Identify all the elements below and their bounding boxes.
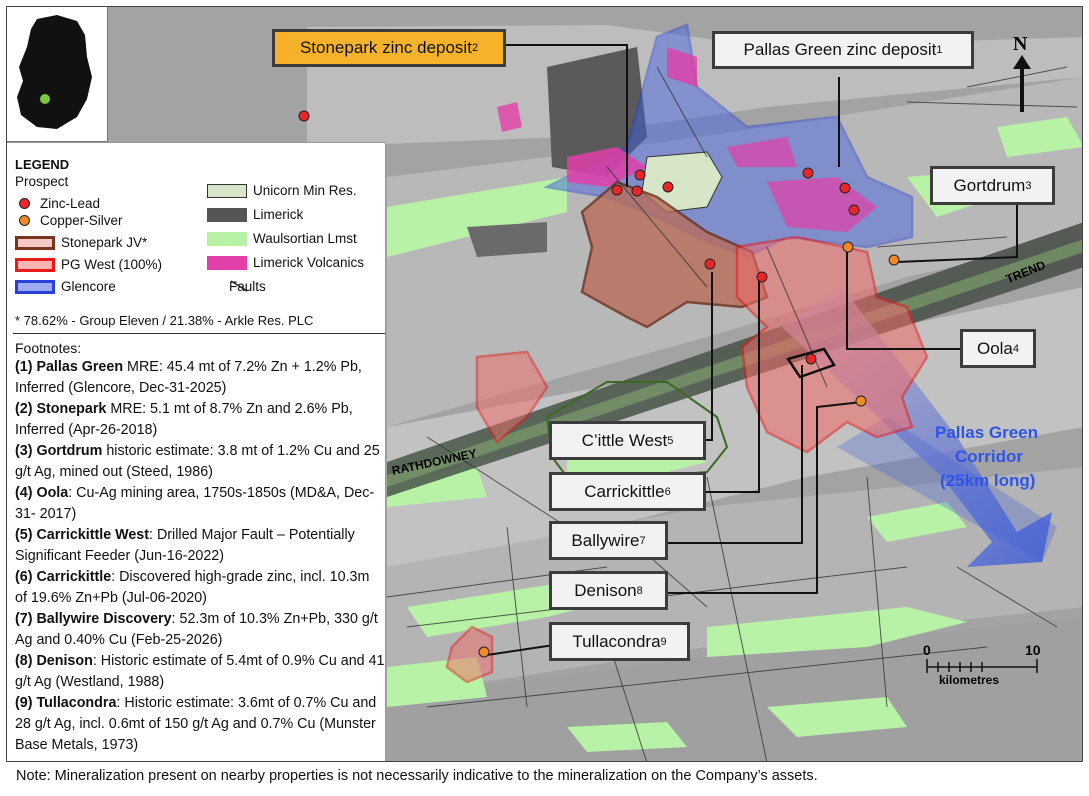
waulsortian-swatch-icon [207,231,247,246]
legend-prospect: Prospect [15,174,69,189]
callout-ballywire: Ballywire 7 [549,521,668,560]
corridor-line-1: Pallas Green [935,423,1039,442]
callout-cittle-west: C’ittle West 5 [549,421,706,460]
legend-stonepark-jv: Stonepark JV* [15,235,147,250]
footnote-7: (7) Ballywire Discovery: 52.3m of 10.3% … [15,611,378,648]
fault-line-icon [230,280,248,292]
legend-glencore: Glencore [15,279,116,294]
footnote-6: (6) Carrickittle: Discovered high-grade … [15,569,370,606]
legend-faults: Faults [229,279,266,294]
legend-limerick: Limerick [207,207,303,222]
north-label: N [1013,33,1028,55]
callout-pallas-green: Pallas Green zinc deposit 1 [712,31,974,69]
footnotes-title: Footnotes: [15,340,82,356]
callout-carrickittle: Carrickittle 6 [549,472,706,511]
legend-waulsortian: Waulsortian Lmst [207,231,357,246]
scale-start: 0 [923,642,931,658]
footnote-3: (3) Gortdrum historic estimate: 3.8 mt o… [15,443,380,480]
ireland-shape [17,15,92,129]
scale-end: 10 [1025,642,1041,658]
copper-silver-dot-icon [19,215,30,226]
corridor-line-2: Corridor [955,447,1023,466]
legend-volcanics: Limerick Volcanics [207,255,364,270]
location-marker [40,94,50,104]
geology-map: N TREND RATHDOWNEY Pallas Green Corridor… [6,6,1083,762]
callout-stonepark: Stonepark zinc deposit 2 [272,29,506,67]
legend-pg-west: PG West (100%) [15,257,162,272]
ireland-inset-map [7,7,108,142]
stonepark-swatch-icon [15,235,55,250]
pg-west-swatch-icon [15,257,55,272]
footnote-5: (5) Carrickittle West: Drilled Major Fau… [15,527,355,564]
legend-panel: LEGEND Prospect Zinc-Lead Copper-Silver … [7,142,386,761]
legend-unicorn: Unicorn Min Res. [207,183,357,198]
limerick-swatch-icon [207,207,247,222]
footnote-9: (9) Tullacondra: Historic estimate: 3.6m… [15,695,377,753]
callout-tullacondra: Tullacondra 9 [549,622,690,661]
glencore-swatch-icon [15,279,55,294]
corridor-line-3: (25km long) [940,471,1036,490]
legend-zinc-lead: Zinc-Lead [19,196,100,211]
scale-unit: kilometres [939,673,1000,687]
footnote-2: (2) Stonepark MRE: 5.1 mt of 8.7% Zn and… [15,401,353,438]
footnote-8: (8) Denison: Historic estimate of 5.4mt … [15,653,385,690]
unicorn-swatch-icon [207,183,247,198]
callout-gortdrum: Gortdrum 3 [930,166,1055,205]
legend-title: LEGEND [15,157,70,172]
footnote-4: (4) Oola: Cu-Ag mining area, 1750s-1850s… [15,485,375,522]
ownership-note: * 78.62% - Group Eleven / 21.38% - Arkle… [15,313,314,328]
legend-copper-silver: Copper-Silver [19,213,123,228]
volcanics-swatch-icon [207,255,247,270]
footnote-1: (1) Pallas Green MRE: 45.4 mt of 7.2% Zn… [15,359,362,396]
zinc-lead-dot-icon [19,198,30,209]
callout-denison: Denison 8 [549,571,668,610]
disclaimer-note: Note: Mineralization present on nearby p… [16,768,818,784]
callout-oola: Oola 4 [960,329,1036,368]
legend-divider [13,333,385,334]
